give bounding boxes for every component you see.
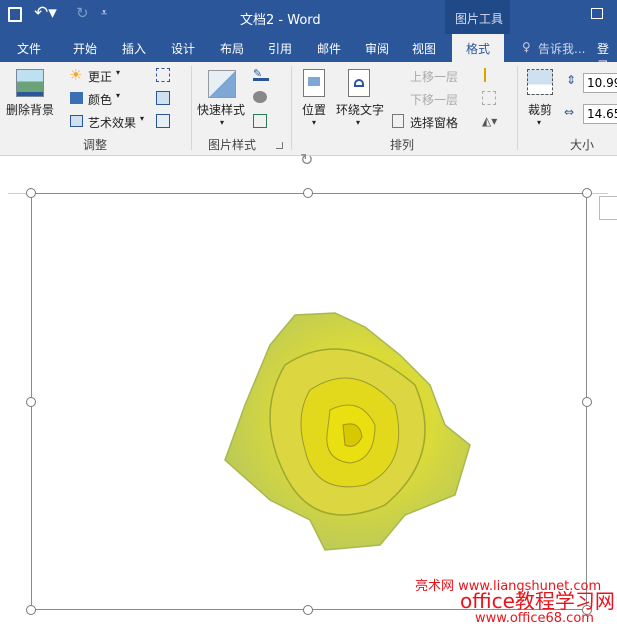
tell-me-input[interactable]: 告诉我... [538, 40, 585, 57]
tab-insert[interactable]: 插入 [122, 40, 146, 57]
width-icon: ⇔ [564, 105, 575, 119]
tab-mailings[interactable]: 邮件 [317, 40, 341, 57]
title-bar: ↶▾ ↻ ⩡ 文档2 - Word 图片工具 [0, 0, 617, 34]
artistic-effects-button[interactable]: 艺术效果 [88, 114, 136, 131]
selection-pane-button[interactable]: 选择窗格 [410, 114, 458, 131]
crop-button[interactable]: 裁剪 [528, 101, 552, 118]
resize-handle[interactable] [303, 605, 313, 615]
group-icon[interactable] [482, 91, 496, 105]
height-input[interactable]: 10.99 [583, 73, 617, 93]
resize-handle[interactable] [26, 188, 36, 198]
context-tab-label: 图片工具 [445, 0, 510, 34]
watermark-line2: office教程学习网 [460, 589, 615, 613]
tab-home[interactable]: 开始 [73, 40, 97, 57]
selection-pane-icon [392, 114, 404, 128]
resize-handle[interactable] [582, 397, 592, 407]
corrections-icon: ☀ [69, 66, 83, 84]
resize-handle[interactable] [26, 397, 36, 407]
align-icon[interactable] [484, 68, 496, 82]
customize-qat-icon[interactable]: ⩡ [101, 6, 107, 20]
position-icon[interactable] [303, 69, 325, 97]
tab-references[interactable]: 引用 [268, 40, 292, 57]
resize-handle[interactable] [26, 605, 36, 615]
picture-layout-icon[interactable] [253, 114, 267, 128]
picture-border-icon[interactable]: ✎ [253, 67, 269, 81]
tab-design[interactable]: 设计 [171, 40, 195, 57]
tab-layout[interactable]: 布局 [220, 40, 244, 57]
save-icon[interactable] [8, 7, 22, 22]
layout-options-icon[interactable] [599, 196, 617, 220]
group-styles-label: 图片样式 [208, 138, 257, 152]
position-button[interactable]: 位置 [302, 101, 326, 118]
compress-pictures-icon[interactable] [156, 68, 170, 82]
color-icon [70, 92, 83, 104]
watermark-line3: www.office68.com [475, 611, 594, 626]
width-input[interactable]: 14.65 [583, 104, 617, 124]
undo-icon[interactable]: ↶▾ [34, 3, 57, 23]
group-size-label: 大小 [570, 138, 595, 152]
ribbon-display-icon[interactable] [591, 8, 603, 19]
wrap-text-icon[interactable] [348, 69, 370, 97]
tab-review[interactable]: 审阅 [365, 40, 389, 57]
rotate-icon[interactable]: ◭▾ [482, 114, 497, 128]
remove-background-icon[interactable] [16, 69, 44, 97]
crop-icon[interactable] [527, 69, 553, 95]
tab-format[interactable]: 格式 [452, 34, 505, 62]
picture-effects-icon[interactable] [253, 91, 267, 103]
redo-icon[interactable]: ↻ [76, 4, 89, 22]
rose-image [224, 312, 471, 551]
lightbulb-icon: ♀ [522, 40, 531, 54]
group-arrange-label: 排列 [390, 138, 415, 152]
send-backward-button[interactable]: 下移一层 [410, 91, 458, 108]
group-adjust-label: 调整 [83, 138, 108, 152]
quick-styles-button[interactable]: 快速样式 [197, 101, 245, 118]
tab-file[interactable]: 文件 [17, 40, 41, 57]
resize-handle[interactable] [303, 188, 313, 198]
corrections-button[interactable]: 更正 [88, 68, 112, 85]
height-icon: ⇕ [566, 73, 577, 87]
ribbon-tabs: 文件 开始 插入 设计 布局 引用 邮件 审阅 视图 格式 ♀ 告诉我... 登… [0, 34, 617, 73]
wrap-text-button[interactable]: 环绕文字 [336, 101, 384, 118]
color-button[interactable]: 颜色 [88, 91, 112, 108]
artistic-effects-icon [70, 115, 83, 127]
reset-picture-icon[interactable] [156, 114, 170, 128]
change-picture-icon[interactable] [156, 91, 170, 105]
tab-view[interactable]: 视图 [412, 40, 436, 57]
remove-background-button[interactable]: 删除背景 [6, 101, 54, 118]
window-title: 文档2 - Word [240, 13, 321, 28]
rotate-handle-icon[interactable]: ↻ [300, 150, 313, 169]
quick-styles-icon[interactable] [208, 70, 236, 98]
bring-forward-button[interactable]: 上移一层 [410, 68, 458, 85]
dialog-launcher-icon[interactable] [276, 142, 283, 149]
resize-handle[interactable] [582, 188, 592, 198]
